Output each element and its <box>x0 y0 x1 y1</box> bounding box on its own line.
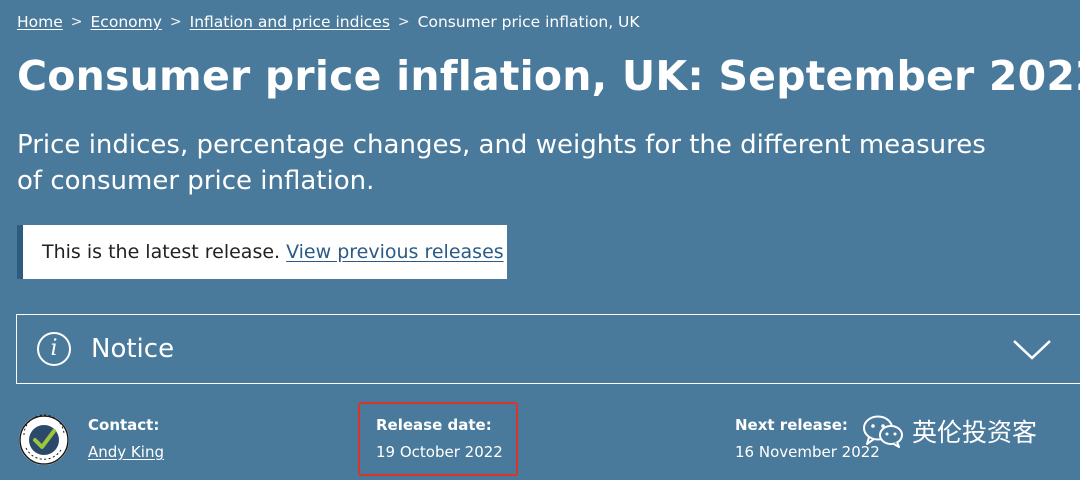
notice-label: Notice <box>91 334 175 364</box>
release-date-label: Release date: <box>376 416 492 434</box>
breadcrumb-separator: > <box>169 14 182 30</box>
latest-release-banner: This is the latest release. View previou… <box>17 225 507 279</box>
notice-accordion[interactable]: i Notice <box>16 314 1080 384</box>
contact-label: Contact: <box>88 416 160 434</box>
next-release-value: 16 November 2022 <box>735 443 880 461</box>
breadcrumb-home-link[interactable]: Home <box>17 13 63 31</box>
next-release-block: Next release: 16 November 2022 <box>735 416 880 461</box>
breadcrumb: Home > Economy > Inflation and price ind… <box>17 13 640 31</box>
latest-release-text: This is the latest release. <box>42 241 281 263</box>
contact-link[interactable]: Andy King <box>88 443 164 461</box>
breadcrumb-inflation-link[interactable]: Inflation and price indices <box>190 13 390 31</box>
watermark: 英伦投资客 <box>862 413 1037 449</box>
page-subtitle: Price indices, percentage changes, and w… <box>17 130 986 196</box>
wechat-icon <box>863 415 903 448</box>
info-icon: i <box>37 332 71 366</box>
page-title: Consumer price inflation, UK: September … <box>17 52 1080 100</box>
breadcrumb-current: Consumer price inflation, UK <box>417 13 640 31</box>
release-date-block: Release date: 19 October 2022 <box>376 416 503 461</box>
watermark-text: 英伦投资客 <box>912 418 1038 447</box>
national-statistics-icon <box>19 414 69 465</box>
view-previous-releases-link[interactable]: View previous releases <box>286 241 504 263</box>
contact-block: Contact: Andy King <box>88 416 164 461</box>
breadcrumb-separator: > <box>70 14 83 30</box>
chevron-down-icon[interactable] <box>1012 339 1052 361</box>
release-date-value: 19 October 2022 <box>376 443 503 461</box>
next-release-label: Next release: <box>735 416 848 434</box>
breadcrumb-economy-link[interactable]: Economy <box>91 13 162 31</box>
breadcrumb-separator: > <box>397 14 410 30</box>
release-meta: Contact: Andy King Release date: 19 Octo… <box>0 400 1080 480</box>
